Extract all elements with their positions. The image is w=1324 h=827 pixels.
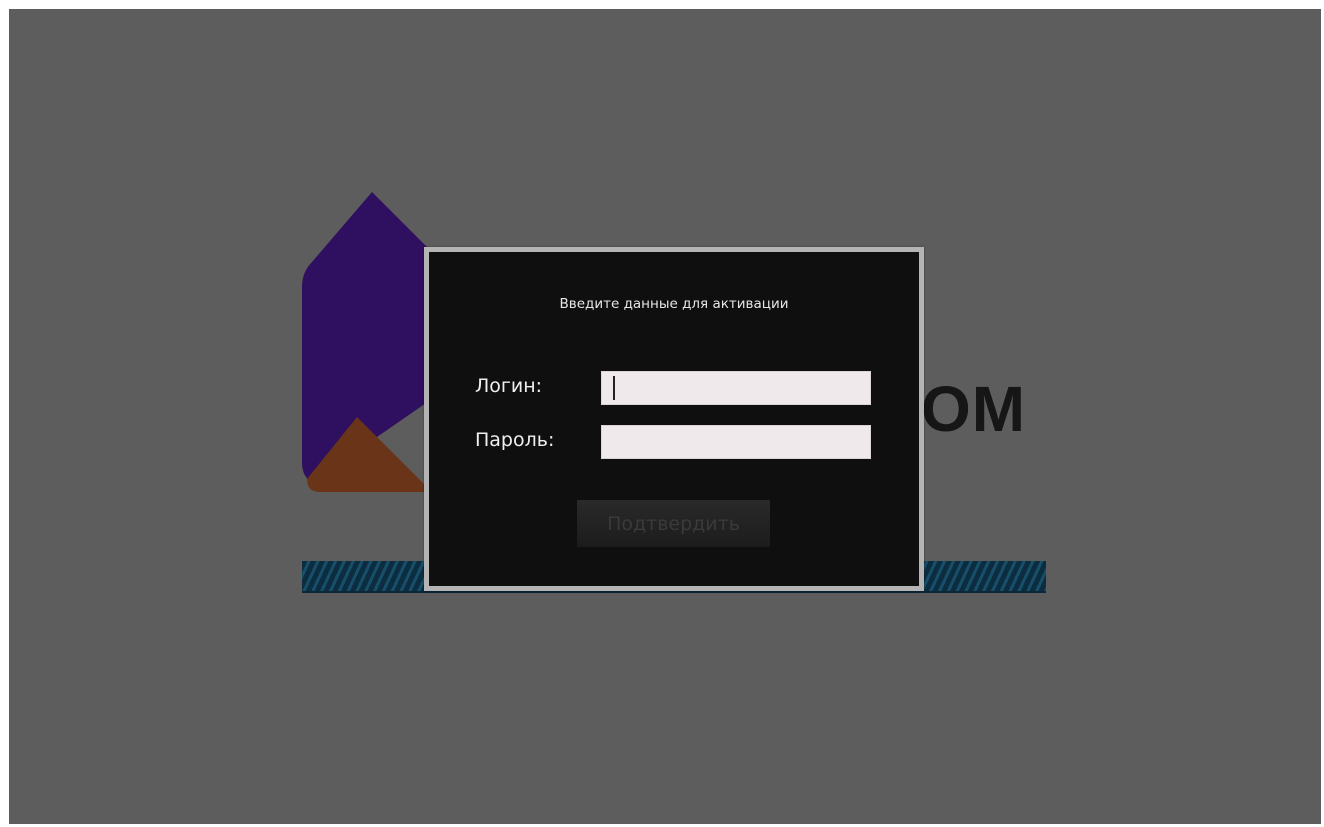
login-label: Логин:: [475, 375, 543, 397]
activation-dialog: Введите данные для активации Логин: Паро…: [424, 247, 924, 591]
logo-wordmark: ОМ: [921, 373, 1027, 445]
text-caret: [613, 376, 615, 400]
tv-screen: ОМ Введите данные для активации Логин: П…: [9, 9, 1321, 824]
confirm-button[interactable]: Подтвердить: [577, 500, 770, 547]
password-input[interactable]: [601, 425, 871, 459]
password-label: Пароль:: [475, 429, 555, 451]
logo-mark: [302, 192, 442, 492]
dialog-title: Введите данные для активации: [559, 296, 789, 312]
login-input[interactable]: [601, 371, 871, 405]
